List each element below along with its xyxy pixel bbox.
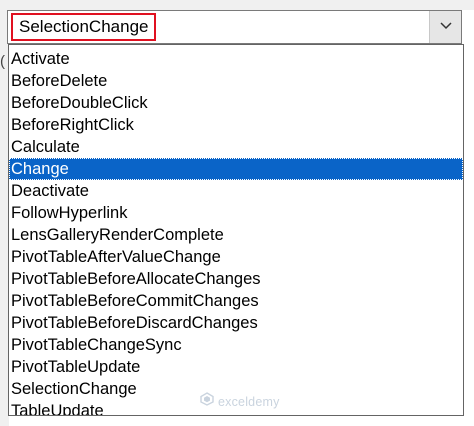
list-item-lensgalleryrendercomplete[interactable]: LensGalleryRenderComplete	[9, 224, 463, 246]
list-item-selectionchange[interactable]: SelectionChange	[9, 378, 463, 400]
list-item-pivottablebeforecommitchanges[interactable]: PivotTableBeforeCommitChanges	[9, 290, 463, 312]
chevron-down-icon	[439, 18, 453, 36]
list-item-pivottableupdate[interactable]: PivotTableUpdate	[9, 356, 463, 378]
code-text-fragment: (	[0, 53, 5, 70]
procedure-dropdown[interactable]: SelectionChange	[7, 10, 462, 44]
list-item-deactivate[interactable]: Deactivate	[9, 180, 463, 202]
list-item-beforedelete[interactable]: BeforeDelete	[9, 70, 463, 92]
list-item-tableupdate[interactable]: TableUpdate	[9, 400, 463, 415]
list-item-pivottablechangesync[interactable]: PivotTableChangeSync	[9, 334, 463, 356]
list-item-followhyperlink[interactable]: FollowHyperlink	[9, 202, 463, 224]
list-item-beforedoubleclick[interactable]: BeforeDoubleClick	[9, 92, 463, 114]
dropdown-button[interactable]	[429, 11, 461, 43]
toolbar-strip	[0, 0, 474, 10]
list-item-activate[interactable]: Activate	[9, 48, 463, 70]
list-item-pivottableaftervaluechange[interactable]: PivotTableAfterValueChange	[9, 246, 463, 268]
list-item-beforerightclick[interactable]: BeforeRightClick	[9, 114, 463, 136]
procedure-list[interactable]: Activate BeforeDelete BeforeDoubleClick …	[8, 44, 464, 416]
list-item-change[interactable]: Change	[9, 158, 463, 180]
list-item-pivottablebeforeallocatechanges[interactable]: PivotTableBeforeAllocateChanges	[9, 268, 463, 290]
list-item-pivottablebeforediscardchanges[interactable]: PivotTableBeforeDiscardChanges	[9, 312, 463, 334]
procedure-dropdown-value[interactable]: SelectionChange	[11, 13, 157, 41]
list-item-calculate[interactable]: Calculate	[9, 136, 463, 158]
